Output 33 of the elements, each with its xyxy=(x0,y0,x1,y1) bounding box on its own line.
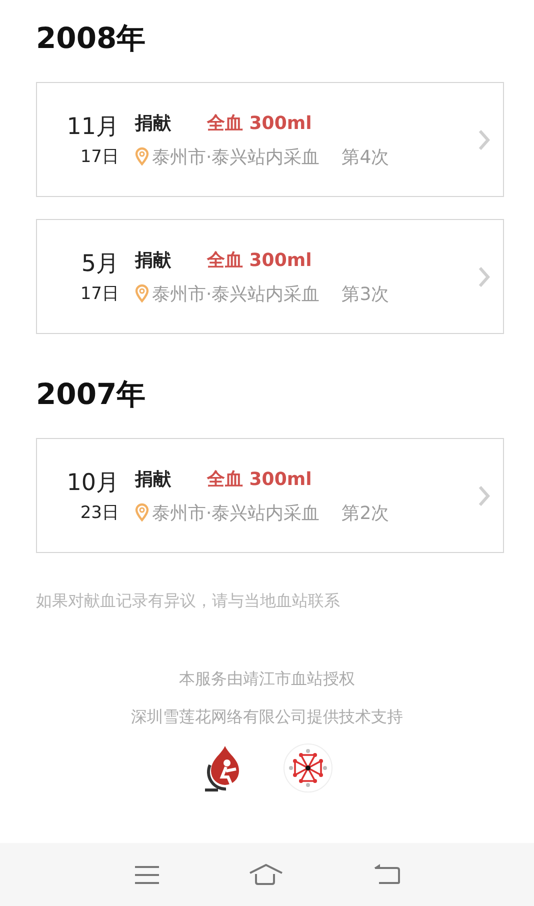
record-day: 17日 xyxy=(80,282,119,304)
record-amount: 全血 300ml xyxy=(207,112,312,134)
record-location: 泰州市·泰兴站内采血 xyxy=(152,502,320,524)
snowflake-logo-icon xyxy=(283,743,333,793)
year-heading: 2007年 xyxy=(36,376,147,413)
chevron-right-icon xyxy=(477,264,491,288)
record-month: 5月 xyxy=(81,250,119,278)
record-count: 第3次 xyxy=(342,282,390,306)
record-amount: 全血 300ml xyxy=(207,248,312,272)
location-pin-icon xyxy=(135,147,149,166)
notice-text: 如果对献血记录有异议，请与当地血站联系 xyxy=(36,590,341,612)
footer-text: 本服务由靖江市血站授权 xyxy=(179,668,355,690)
record-type: 捐献 xyxy=(135,248,172,272)
chevron-right-icon xyxy=(477,128,491,152)
location-pin-icon xyxy=(135,503,149,522)
record-card[interactable]: 5月 17日 捐献 全血 300ml 泰州市·泰兴站内采血 第3次 xyxy=(36,219,504,334)
year-heading: 2008年 xyxy=(36,20,147,57)
location-pin-icon xyxy=(135,284,149,303)
record-card[interactable]: 11月 17日 捐献 全血 300ml 泰州市·泰兴站内采血 第4次 xyxy=(36,82,504,197)
record-month: 11月 xyxy=(66,112,119,142)
chevron-right-icon xyxy=(477,484,491,508)
record-location: 泰州市·泰兴站内采血 xyxy=(152,282,320,306)
record-count: 第2次 xyxy=(342,502,390,524)
record-location: 泰州市·泰兴站内采血 xyxy=(152,146,320,168)
footer-text: 深圳雪莲花网络有限公司提供技术支持 xyxy=(131,706,403,728)
record-day: 23日 xyxy=(80,502,119,524)
record-amount: 全血 300ml xyxy=(207,468,312,490)
record-month: 10月 xyxy=(66,468,119,498)
record-count: 第4次 xyxy=(342,146,390,168)
record-type: 捐献 xyxy=(135,468,172,490)
record-type: 捐献 xyxy=(135,112,172,134)
record-day: 17日 xyxy=(80,146,119,168)
record-card[interactable]: 10月 23日 捐献 全血 300ml 泰州市·泰兴站内采血 第2次 xyxy=(36,438,504,553)
